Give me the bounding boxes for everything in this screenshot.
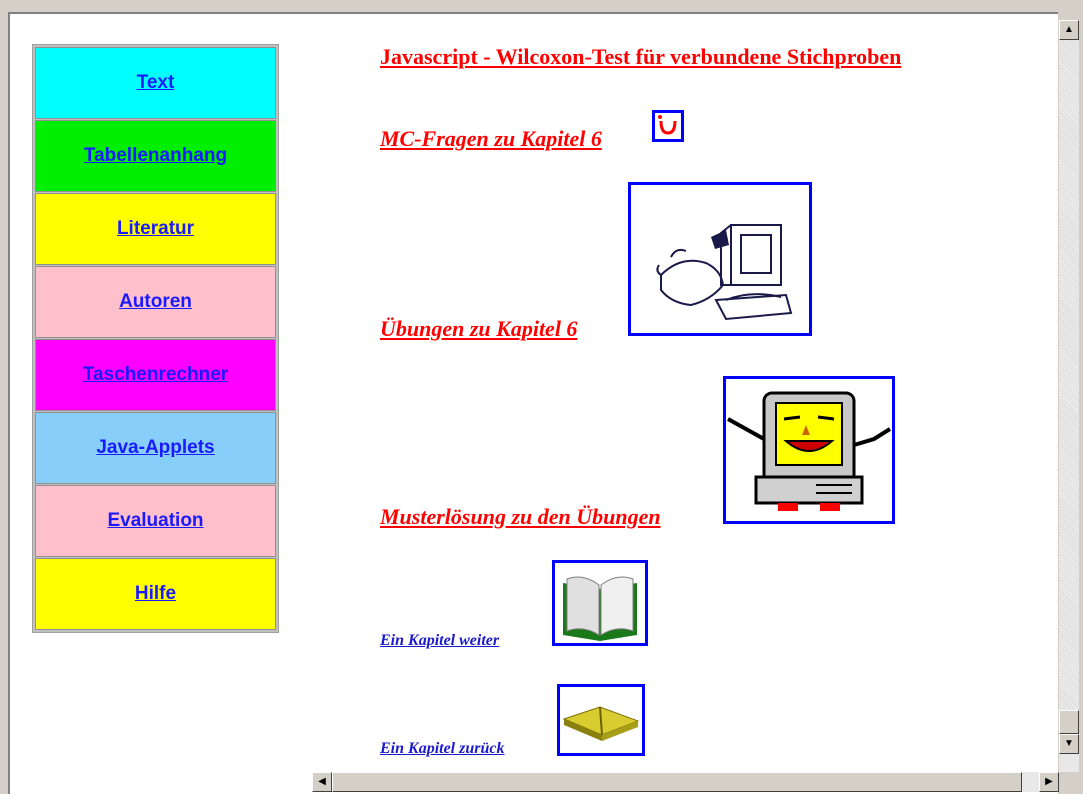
horizontal-scrollbar[interactable]: ◀ ▶ [312, 772, 1059, 792]
smiling-computer-icon[interactable] [723, 376, 895, 524]
computer-hand-icon[interactable] [628, 182, 812, 336]
nav-item-tabellenanhang[interactable]: Tabellenanhang [35, 120, 276, 192]
mc-questions-link[interactable]: MC-Fragen zu Kapitel 6 [380, 126, 602, 152]
mc-question-graphic [658, 115, 677, 135]
nav-link-autoren[interactable]: Autoren [119, 291, 192, 313]
next-chapter-link[interactable]: Ein Kapitel weiter [380, 632, 499, 650]
scroll-up-button[interactable]: ▲ [1059, 20, 1079, 40]
main-content: Javascript - Wilcoxon-Test für verbunden… [380, 14, 1058, 794]
scroll-left-button[interactable]: ◀ [312, 772, 332, 792]
scroll-right-button[interactable]: ▶ [1039, 772, 1059, 792]
solution-link[interactable]: Musterlösung zu den Übungen [380, 504, 661, 530]
open-book-graphic [563, 576, 637, 641]
exercises-link[interactable]: Übungen zu Kapitel 6 [380, 316, 577, 342]
mc-question-icon[interactable] [652, 110, 684, 142]
vertical-scroll-track[interactable] [1059, 40, 1079, 730]
nav-link-literatur[interactable]: Literatur [117, 218, 194, 240]
nav-table: Text Tabellenanhang Literatur Autoren Ta… [32, 44, 279, 633]
computer-hand-graphic [656, 224, 793, 321]
prev-chapter-link[interactable]: Ein Kapitel zurück [380, 740, 504, 758]
arrow-down-icon: ▼ [1064, 738, 1074, 749]
nav-link-hilfe[interactable]: Hilfe [135, 583, 176, 605]
nav-link-taschenrechner[interactable]: Taschenrechner [83, 364, 228, 386]
nav-link-tabellenanhang[interactable]: Tabellenanhang [84, 145, 227, 167]
open-book-icon[interactable] [552, 560, 648, 646]
nav-item-java-applets[interactable]: Java-Applets [35, 412, 276, 484]
nav-link-evaluation[interactable]: Evaluation [107, 510, 203, 532]
closed-book-graphic [562, 706, 640, 741]
nav-item-text[interactable]: Text [35, 47, 276, 119]
vertical-scroll-thumb[interactable] [1059, 710, 1079, 734]
arrow-left-icon: ◀ [318, 776, 326, 787]
closed-book-icon[interactable] [557, 684, 645, 756]
page-title-link[interactable]: Javascript - Wilcoxon-Test für verbunden… [380, 44, 901, 70]
nav-item-evaluation[interactable]: Evaluation [35, 485, 276, 557]
vertical-scrollbar[interactable]: ▲ ▼ [1059, 20, 1079, 772]
scroll-down-button[interactable]: ▼ [1059, 734, 1079, 754]
nav-item-taschenrechner[interactable]: Taschenrechner [35, 339, 276, 411]
top-strip [0, 0, 1083, 12]
browser-frame: Text Tabellenanhang Literatur Autoren Ta… [0, 0, 1083, 794]
nav-item-autoren[interactable]: Autoren [35, 266, 276, 338]
arrow-right-icon: ▶ [1045, 776, 1053, 787]
nav-item-literatur[interactable]: Literatur [35, 193, 276, 265]
nav-link-java-applets[interactable]: Java-Applets [96, 437, 214, 459]
page-viewport: Text Tabellenanhang Literatur Autoren Ta… [8, 12, 1058, 794]
nav-item-hilfe[interactable]: Hilfe [35, 558, 276, 630]
scrollbar-corner [1059, 772, 1083, 794]
horizontal-scroll-thumb[interactable] [332, 772, 1022, 792]
smiling-computer-graphic [727, 391, 892, 511]
arrow-up-icon: ▲ [1064, 24, 1074, 35]
nav-link-text[interactable]: Text [137, 72, 175, 94]
